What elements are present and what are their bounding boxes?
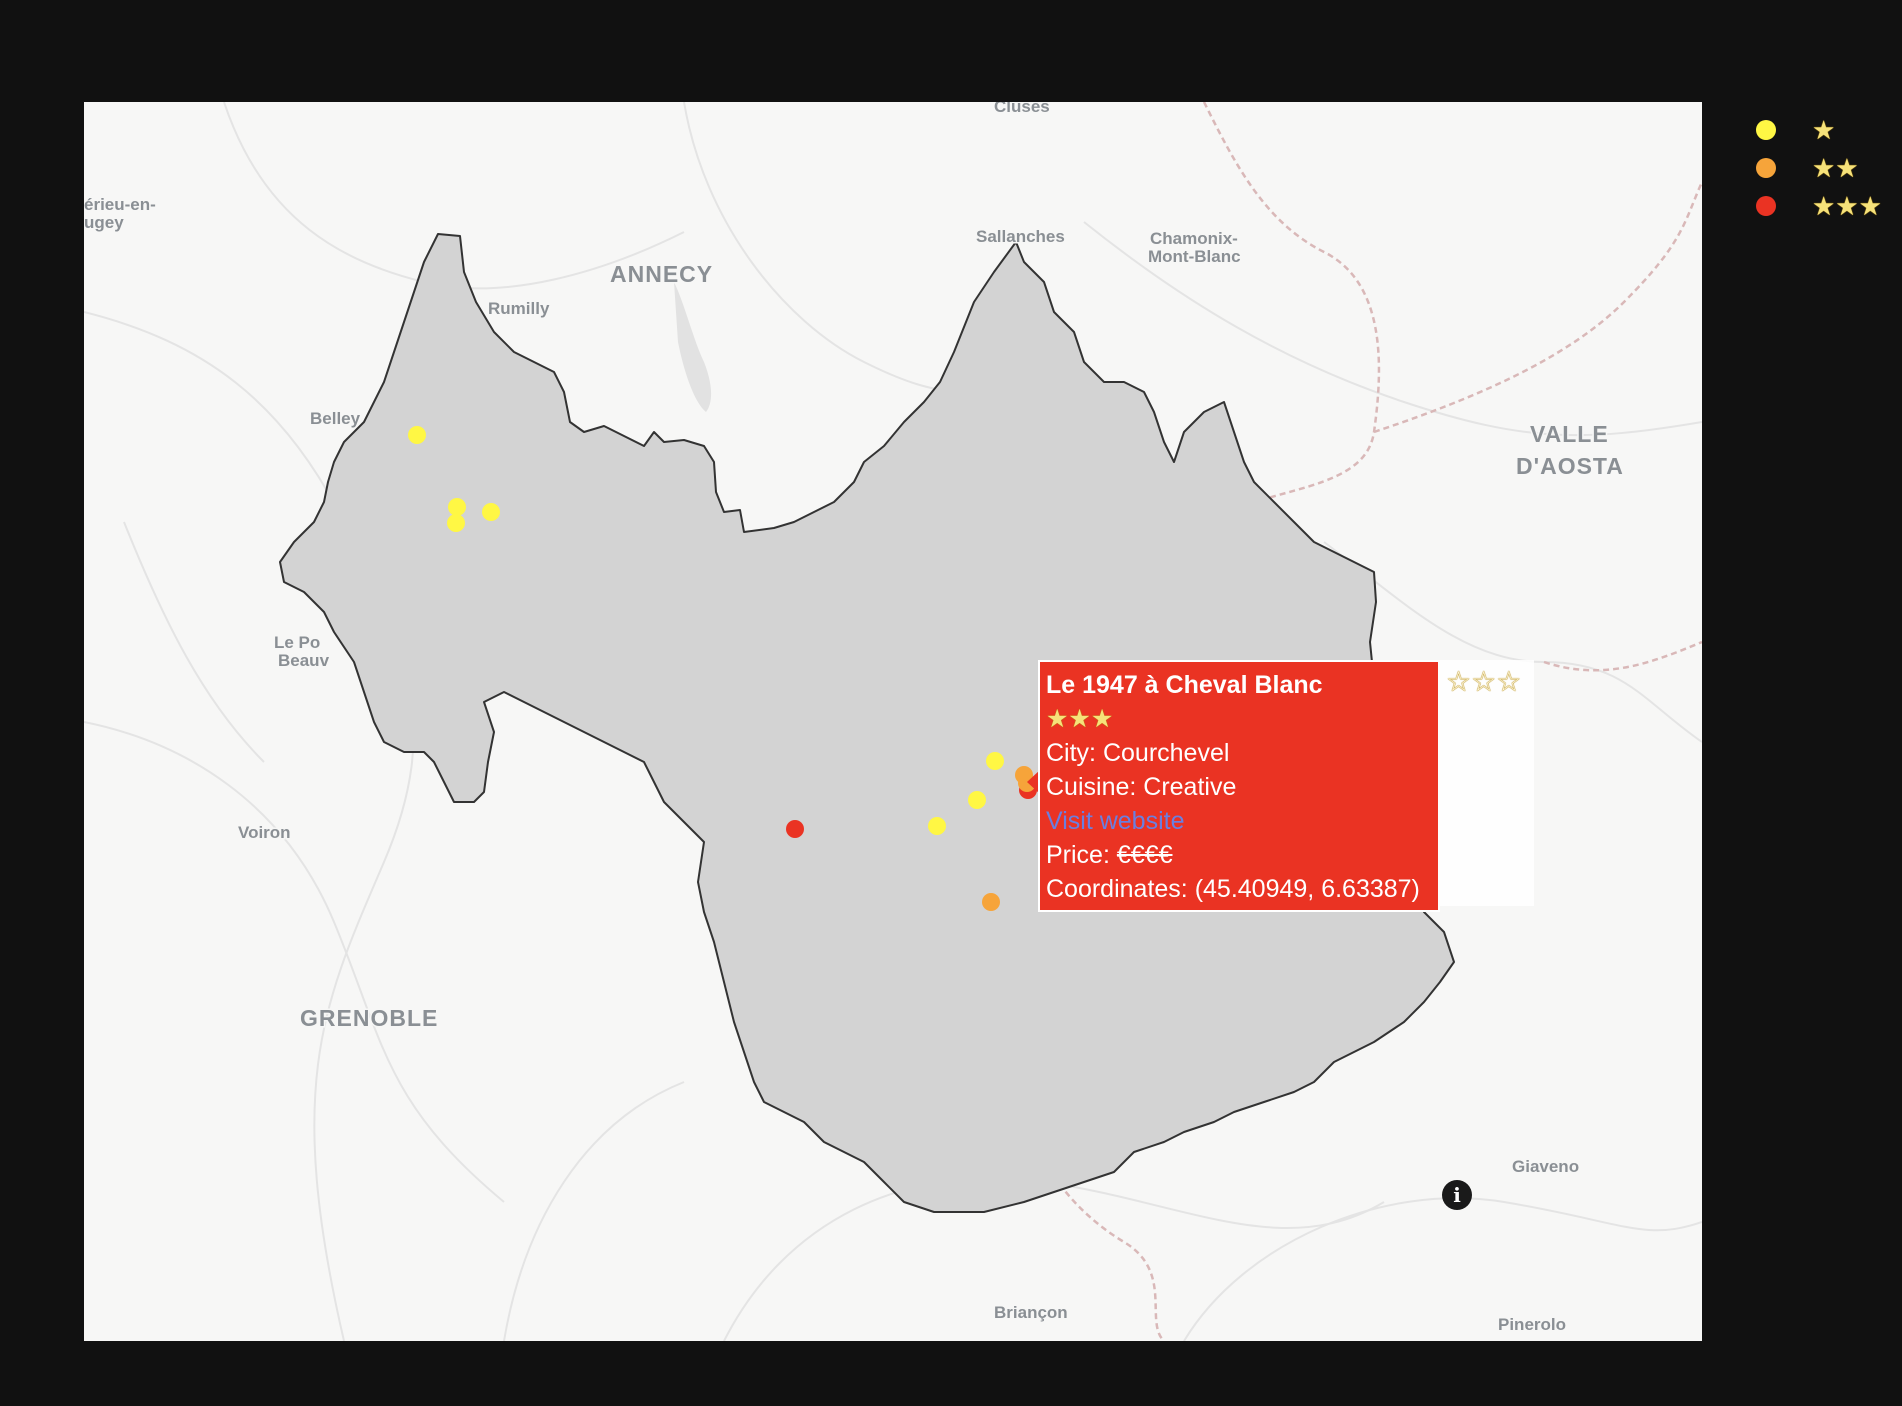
- restaurant-marker[interactable]: [982, 893, 1000, 911]
- cuisine-label: Cuisine:: [1046, 773, 1144, 801]
- place-label: Le Po: [274, 633, 320, 652]
- cuisine-row: Cuisine: Creative: [1046, 770, 1432, 804]
- restaurant-marker[interactable]: [448, 498, 466, 516]
- city-label: City:: [1046, 739, 1103, 767]
- tooltip-star-image: ☆☆☆: [1440, 660, 1534, 906]
- place-label: Rumilly: [488, 299, 550, 318]
- place-label: Briançon: [994, 1303, 1068, 1322]
- restaurant-marker[interactable]: [408, 426, 426, 444]
- restaurant-marker[interactable]: [968, 791, 986, 809]
- price-row: Price: €€€€: [1046, 838, 1432, 872]
- restaurant-marker[interactable]: [482, 503, 500, 521]
- place-label: ANNECY: [610, 261, 713, 287]
- legend-dot-icon: [1756, 196, 1776, 216]
- place-label: Sallanches: [976, 227, 1065, 246]
- place-label: Beauv: [278, 651, 330, 670]
- legend-stars: ★★★: [1812, 191, 1882, 221]
- restaurant-marker[interactable]: [986, 752, 1004, 770]
- legend-item[interactable]: ★★★: [1756, 188, 1902, 226]
- place-label: Pinerolo: [1498, 1315, 1566, 1334]
- place-label: Giaveno: [1512, 1157, 1579, 1176]
- restaurant-marker[interactable]: [447, 514, 465, 532]
- place-label: Mont-Blanc: [1148, 247, 1241, 266]
- place-label: Chamonix-: [1150, 229, 1238, 248]
- place-label: GRENOBLE: [300, 1005, 438, 1031]
- info-icon[interactable]: i: [1442, 1180, 1472, 1210]
- price-label: Price:: [1046, 841, 1117, 869]
- city-value: Courchevel: [1102, 739, 1230, 767]
- legend-stars: ★★: [1812, 153, 1859, 183]
- restaurant-marker[interactable]: [928, 817, 946, 835]
- restaurant-tooltip: Le 1947 à Cheval Blanc ★★★ City: Courche…: [1038, 660, 1440, 912]
- place-label: Voiron: [238, 823, 291, 842]
- coords-label: Coordinates:: [1046, 875, 1195, 903]
- legend-stars: ★: [1812, 115, 1836, 145]
- legend-item[interactable]: ★: [1756, 112, 1902, 150]
- place-label: D'AOSTA: [1516, 453, 1624, 479]
- legend: ★ ★★ ★★★: [1756, 112, 1902, 226]
- legend-item[interactable]: ★★: [1756, 150, 1902, 188]
- restaurant-marker[interactable]: [786, 820, 804, 838]
- cuisine-value: Creative: [1143, 773, 1237, 801]
- price-value: €€€€: [1116, 841, 1173, 869]
- place-label: VALLE: [1530, 421, 1609, 447]
- city-row: City: Courchevel: [1046, 736, 1432, 770]
- website-link[interactable]: Visit website: [1046, 804, 1432, 838]
- place-label: Cluses: [994, 102, 1050, 116]
- rating-stars: ★★★: [1046, 705, 1114, 733]
- star-outline-icon: ☆☆☆: [1446, 666, 1522, 697]
- lake-annecy: [674, 282, 712, 412]
- restaurant-name: Le 1947 à Cheval Blanc: [1046, 671, 1323, 699]
- coords-row: Coordinates: (45.40949, 6.63387): [1046, 872, 1432, 906]
- place-label: érieu-en-: [84, 195, 156, 214]
- legend-dot-icon: [1756, 120, 1776, 140]
- place-label: ugey: [84, 213, 124, 232]
- legend-dot-icon: [1756, 158, 1776, 178]
- place-label: Belley: [310, 409, 361, 428]
- coords-value: (45.40949, 6.63387): [1194, 875, 1420, 903]
